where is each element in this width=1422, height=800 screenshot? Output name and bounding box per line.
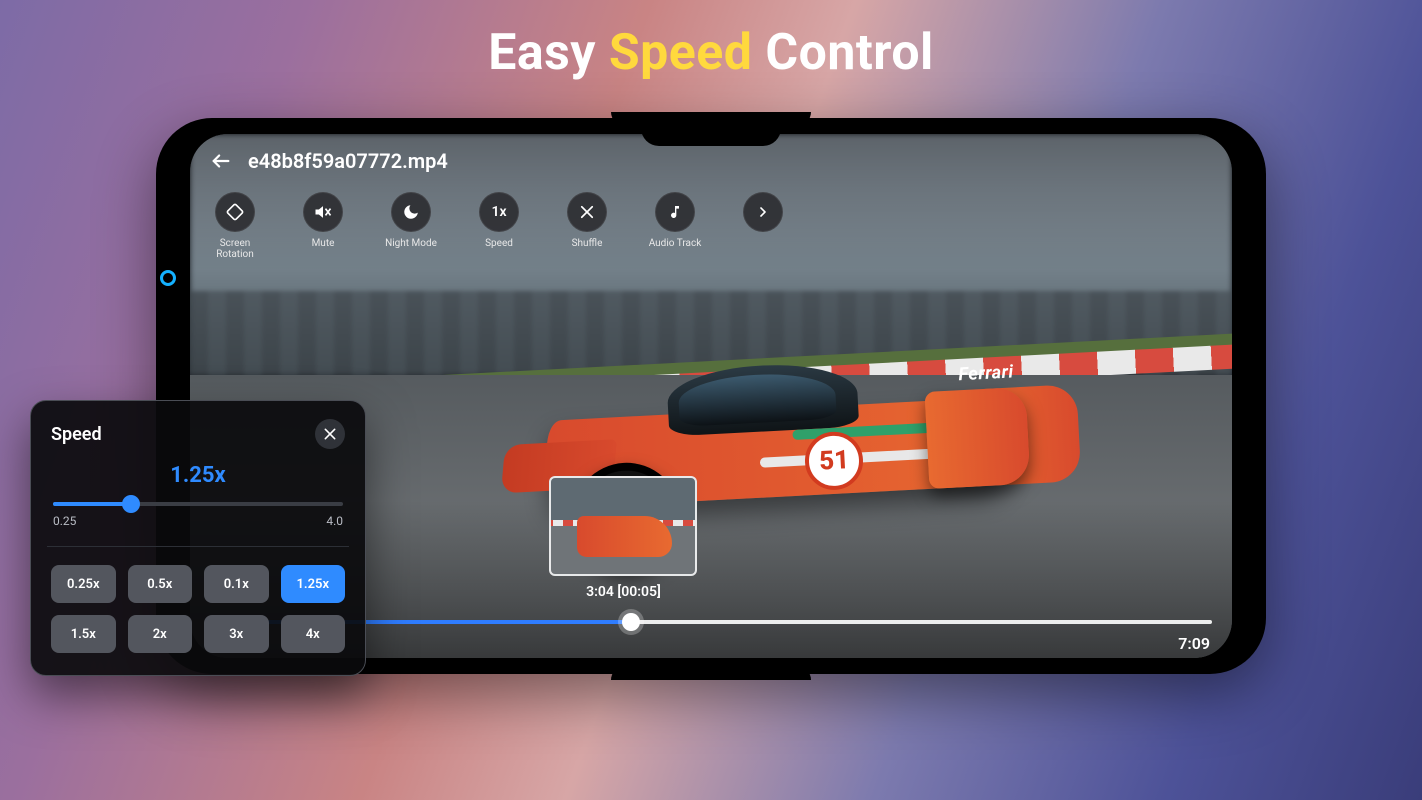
- speed-max: 4.0: [326, 514, 343, 528]
- mute-button[interactable]: [303, 192, 343, 232]
- seek-preview-thumb: [549, 476, 697, 576]
- quick-more: [734, 192, 792, 260]
- speed-preset-6[interactable]: 3x: [204, 615, 269, 653]
- divider: [47, 546, 349, 547]
- camera-hole-icon: [160, 270, 176, 286]
- shuffle-icon: [578, 203, 596, 221]
- speed-preset-4[interactable]: 1.5x: [51, 615, 116, 653]
- speed-slider[interactable]: [53, 502, 343, 506]
- speed-preset-3[interactable]: 1.25x: [281, 565, 346, 603]
- quick-mute: Mute: [294, 192, 352, 260]
- moon-icon: [402, 203, 420, 221]
- headline-word-3: Control: [765, 24, 933, 82]
- back-button[interactable]: [208, 148, 234, 174]
- progress-thumb[interactable]: [622, 613, 640, 631]
- headline-word-1: Easy: [488, 24, 596, 82]
- speed-preset-1[interactable]: 0.5x: [128, 565, 193, 603]
- rotate-icon: [225, 202, 245, 222]
- speed-button[interactable]: 1x: [479, 192, 519, 232]
- quick-speed: 1x Speed: [470, 192, 528, 260]
- speed-range-labels: 0.25 4.0: [53, 514, 343, 528]
- speed-panel-header: Speed: [51, 419, 345, 449]
- arrow-left-icon: [210, 150, 232, 172]
- quick-night-mode: Night Mode: [382, 192, 440, 260]
- audio-track-label: Audio Track: [649, 238, 702, 249]
- seek-preview-time: 3:04 [00:05]: [586, 584, 661, 600]
- quick-screen-rotation: Screen Rotation: [206, 192, 264, 260]
- speed-preset-2[interactable]: 0.1x: [204, 565, 269, 603]
- close-icon: [322, 426, 338, 442]
- night-mode-label: Night Mode: [385, 238, 437, 249]
- progress-total-time: 7:09: [1178, 634, 1210, 653]
- speed-slider-fill: [53, 502, 131, 506]
- player-topbar: e48b8f59a07772.mp4: [208, 148, 448, 174]
- speed-preset-5[interactable]: 2x: [128, 615, 193, 653]
- mute-icon: [313, 202, 333, 222]
- speed-current-value: 1.25x: [51, 463, 345, 488]
- speed-panel-close-button[interactable]: [315, 419, 345, 449]
- speed-slider-thumb[interactable]: [122, 495, 140, 513]
- more-actions-button[interactable]: [743, 192, 783, 232]
- speed-preset-0[interactable]: 0.25x: [51, 565, 116, 603]
- quick-audio-track: Audio Track: [646, 192, 704, 260]
- shuffle-label: Shuffle: [572, 238, 603, 249]
- speed-min: 0.25: [53, 514, 76, 528]
- audio-track-button[interactable]: [655, 192, 695, 232]
- speed-panel-title: Speed: [51, 424, 102, 445]
- screen-rotation-button[interactable]: [215, 192, 255, 232]
- mute-label: Mute: [312, 238, 335, 249]
- shuffle-button[interactable]: [567, 192, 607, 232]
- speed-preset-7[interactable]: 4x: [281, 615, 346, 653]
- chevron-right-icon: [755, 204, 771, 220]
- quick-action-row: Screen Rotation Mute Night Mode 1x Speed: [206, 192, 792, 260]
- quick-shuffle: Shuffle: [558, 192, 616, 260]
- promo-headline: Easy Speed Control: [0, 24, 1422, 82]
- phone-notch: [641, 124, 781, 146]
- music-note-icon: [667, 203, 683, 221]
- speed-label: Speed: [485, 238, 513, 249]
- speed-panel: Speed 1.25x 0.25 4.0 0.25x 0.5x 0.1x 1.2…: [30, 400, 366, 676]
- headline-word-2: Speed: [609, 24, 753, 82]
- screen-rotation-label: Screen Rotation: [206, 238, 264, 260]
- speed-preset-grid: 0.25x 0.5x 0.1x 1.25x 1.5x 2x 3x 4x: [51, 565, 345, 653]
- seek-preview: 3:04 [00:05]: [549, 476, 697, 600]
- mini-car: [577, 516, 672, 556]
- night-mode-button[interactable]: [391, 192, 431, 232]
- video-filename: e48b8f59a07772.mp4: [248, 149, 448, 173]
